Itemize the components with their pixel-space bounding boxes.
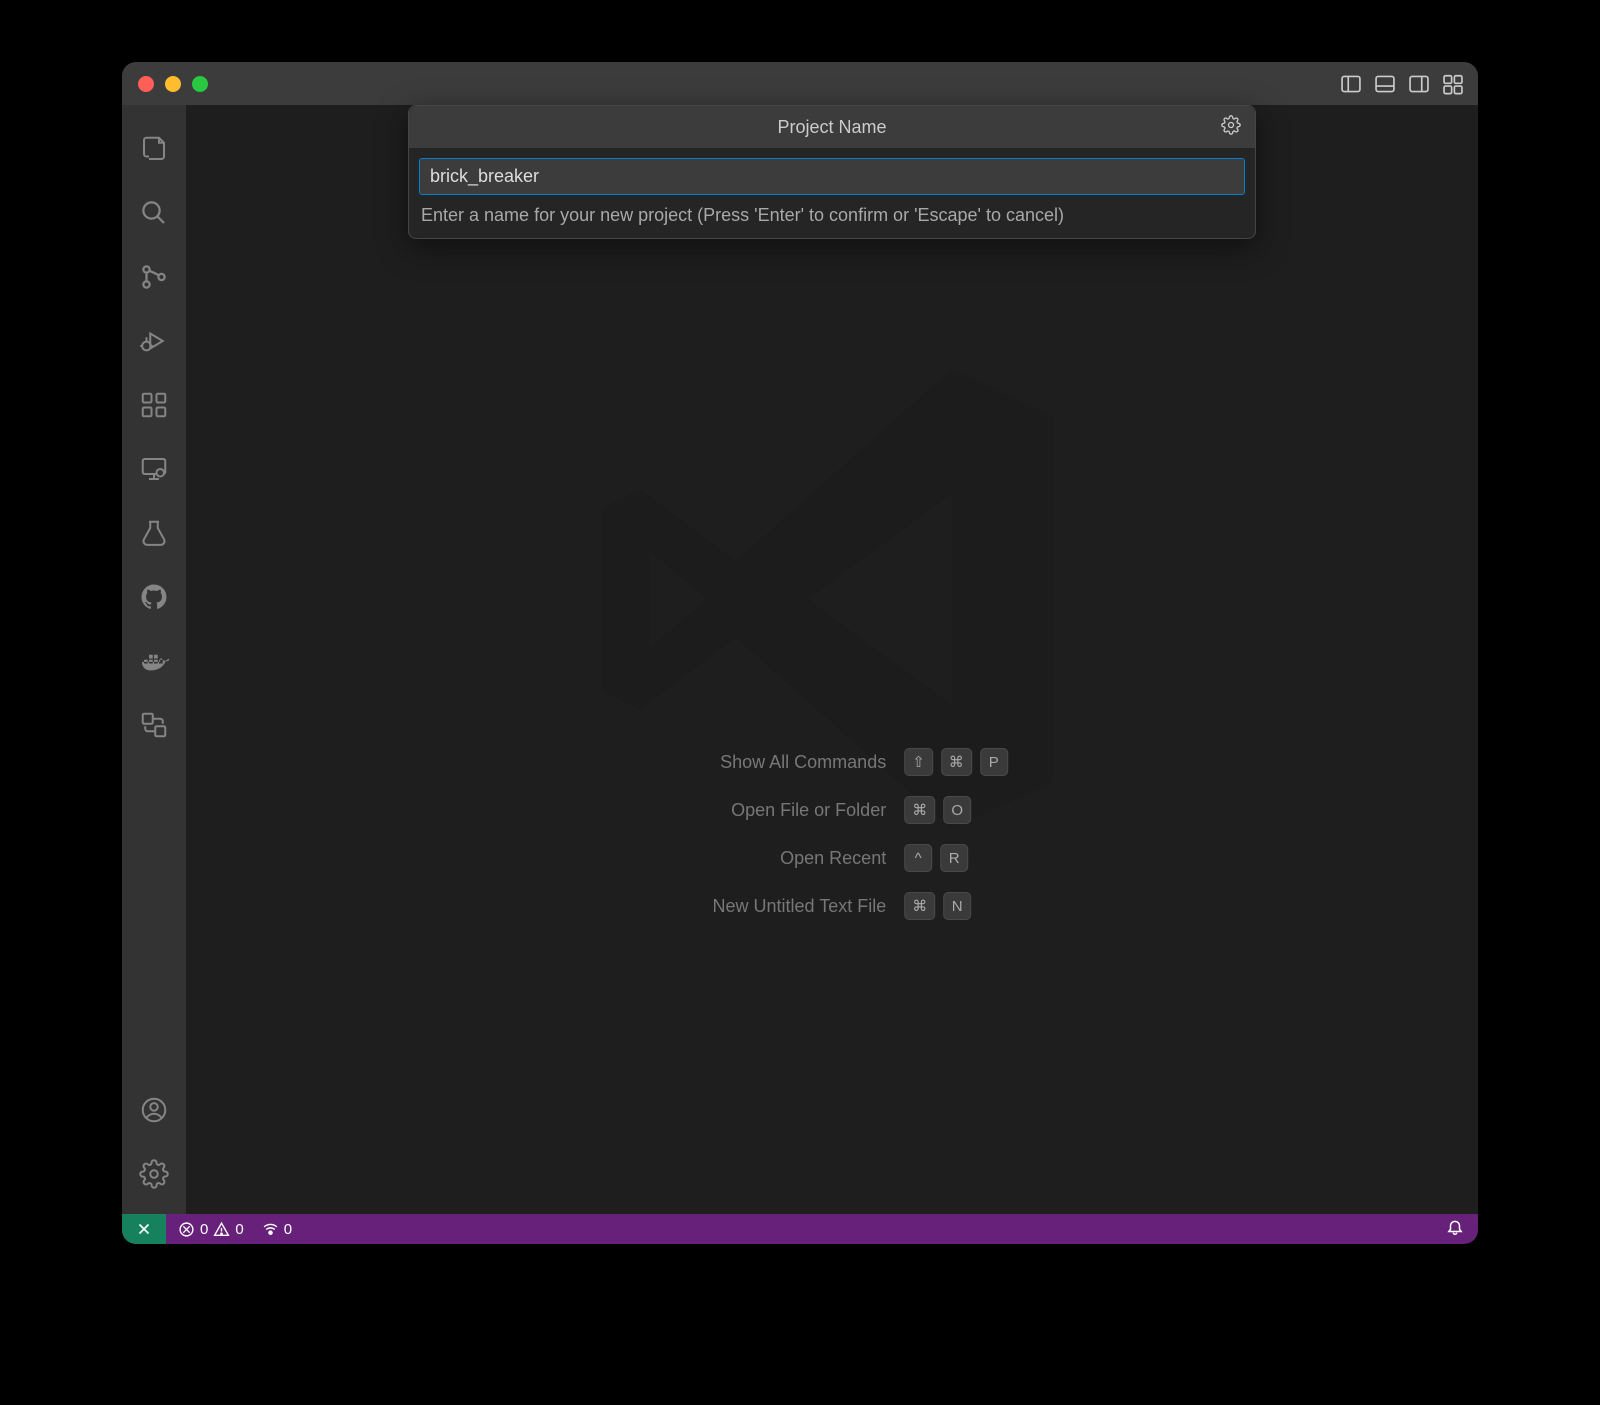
quick-input-title: Project Name (409, 106, 1255, 148)
quick-input-body: Enter a name for your new project (Press… (409, 148, 1255, 238)
command-label: Open Recent (656, 848, 886, 869)
activity-bar (122, 105, 186, 1214)
toggle-panel-icon[interactable] (1374, 73, 1396, 95)
command-label: Open File or Folder (656, 800, 886, 821)
quick-input-title-text: Project Name (777, 117, 886, 138)
keybinding: ^ R (904, 844, 968, 872)
project-name-input[interactable] (419, 158, 1245, 195)
welcome-shortcuts: Show All Commands ⇧ ⌘ P Open File or Fol… (656, 748, 1008, 920)
status-bar: 0 0 0 (122, 1214, 1478, 1244)
key-shift: ⇧ (904, 748, 933, 776)
quick-input-hint: Enter a name for your new project (Press… (419, 205, 1245, 226)
search-icon[interactable] (122, 181, 186, 245)
settings-gear-icon[interactable] (122, 1142, 186, 1206)
keybinding: ⌘ O (904, 796, 971, 824)
warnings-count: 0 (235, 1221, 243, 1238)
extensions-icon[interactable] (122, 373, 186, 437)
maximize-window-button[interactable] (192, 76, 208, 92)
open-file-row: Open File or Folder ⌘ O (656, 796, 1008, 824)
key-cmd: ⌘ (941, 748, 972, 776)
key-o: O (943, 796, 971, 824)
key-r: R (940, 844, 968, 872)
command-label: Show All Commands (656, 752, 886, 773)
ports-count: 0 (284, 1221, 292, 1238)
layout-controls (1340, 73, 1464, 95)
quick-input-widget: Project Name Enter a name for your new p… (408, 105, 1256, 239)
github-icon[interactable] (122, 565, 186, 629)
errors-count: 0 (200, 1221, 208, 1238)
notifications-bell[interactable] (1446, 1218, 1464, 1240)
keybinding: ⇧ ⌘ P (904, 748, 1008, 776)
new-file-row: New Untitled Text File ⌘ N (656, 892, 1008, 920)
key-ctrl: ^ (904, 844, 932, 872)
activity-bar-bottom (122, 1078, 186, 1206)
key-p: P (980, 748, 1008, 776)
keybinding: ⌘ N (904, 892, 971, 920)
toggle-primary-sidebar-icon[interactable] (1340, 73, 1362, 95)
key-n: N (943, 892, 971, 920)
show-all-commands-row: Show All Commands ⇧ ⌘ P (656, 748, 1008, 776)
source-control-icon[interactable] (122, 245, 186, 309)
traffic-lights (138, 76, 208, 92)
problems-status-item[interactable]: 0 0 (178, 1221, 244, 1238)
testing-icon[interactable] (122, 501, 186, 565)
key-cmd: ⌘ (904, 892, 935, 920)
toggle-secondary-sidebar-icon[interactable] (1408, 73, 1430, 95)
remote-indicator[interactable] (122, 1214, 166, 1244)
open-recent-row: Open Recent ^ R (656, 844, 1008, 872)
docker-icon[interactable] (122, 629, 186, 693)
close-window-button[interactable] (138, 76, 154, 92)
customize-layout-icon[interactable] (1442, 73, 1464, 95)
minimize-window-button[interactable] (165, 76, 181, 92)
window-body: Show All Commands ⇧ ⌘ P Open File or Fol… (122, 105, 1478, 1214)
command-label: New Untitled Text File (656, 896, 886, 917)
accounts-icon[interactable] (122, 1078, 186, 1142)
vscode-window: Show All Commands ⇧ ⌘ P Open File or Fol… (122, 62, 1478, 1244)
titlebar (122, 62, 1478, 105)
ports-status-item[interactable]: 0 (262, 1221, 292, 1238)
key-cmd: ⌘ (904, 796, 935, 824)
remote-explorer-icon[interactable] (122, 437, 186, 501)
quick-input-gear-icon[interactable] (1221, 115, 1241, 140)
explorer-icon[interactable] (122, 117, 186, 181)
status-left: 0 0 0 (178, 1221, 292, 1238)
editor-area: Show All Commands ⇧ ⌘ P Open File or Fol… (186, 105, 1478, 1214)
run-and-debug-icon[interactable] (122, 309, 186, 373)
project-manager-icon[interactable] (122, 693, 186, 757)
